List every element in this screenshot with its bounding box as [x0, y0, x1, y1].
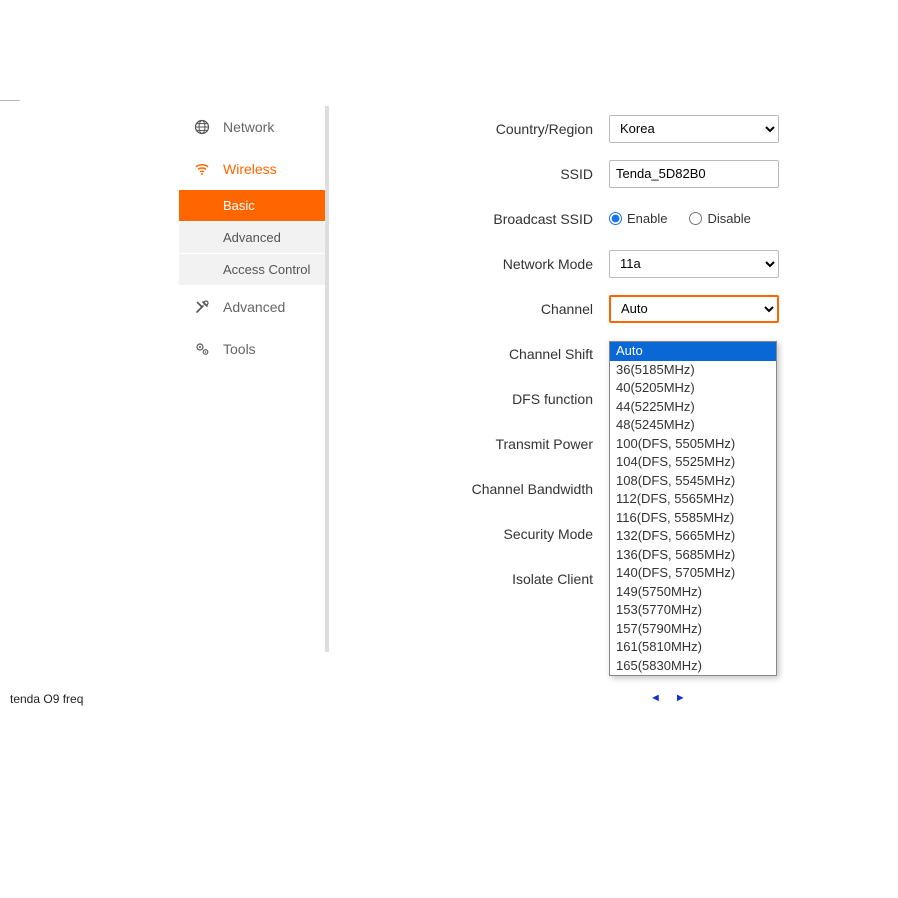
- channel-option[interactable]: 44(5225MHz): [610, 398, 776, 417]
- channel-option[interactable]: 112(DFS, 5565MHz): [610, 490, 776, 509]
- radio-label: Disable: [707, 211, 750, 226]
- broadcast-radio-group: Enable Disable: [609, 211, 751, 226]
- channel-option[interactable]: 48(5245MHz): [610, 416, 776, 435]
- channel-option[interactable]: 149(5750MHz): [610, 583, 776, 602]
- nav-label: Advanced: [223, 299, 285, 315]
- form-content: Country/Region Korea SSID Broadcast SSID…: [329, 106, 799, 652]
- channel-option[interactable]: 40(5205MHz): [610, 379, 776, 398]
- channel-option[interactable]: 116(DFS, 5585MHz): [610, 509, 776, 528]
- broadcast-label: Broadcast SSID: [369, 211, 609, 227]
- channel-option[interactable]: 165(5830MHz): [610, 657, 776, 676]
- nav-network[interactable]: Network: [179, 106, 325, 148]
- channel-option[interactable]: 136(DFS, 5685MHz): [610, 546, 776, 565]
- nav-advanced[interactable]: Advanced: [179, 286, 325, 328]
- ssid-input[interactable]: [609, 160, 779, 188]
- channel-option[interactable]: 108(DFS, 5545MHz): [610, 472, 776, 491]
- pager-prev[interactable]: ◄: [650, 692, 661, 704]
- broadcast-enable-radio[interactable]: [609, 212, 622, 225]
- broadcast-disable-radio[interactable]: [689, 212, 702, 225]
- channel-option[interactable]: 153(5770MHz): [610, 601, 776, 620]
- channel-label: Channel: [369, 301, 609, 317]
- channel-select[interactable]: Auto: [609, 295, 779, 323]
- gears-icon: [193, 340, 211, 358]
- bandwidth-label: Channel Bandwidth: [369, 481, 609, 497]
- network-mode-label: Network Mode: [369, 256, 609, 272]
- row-broadcast: Broadcast SSID Enable Disable: [369, 196, 779, 241]
- channel-dropdown[interactable]: Auto36(5185MHz)40(5205MHz)44(5225MHz)48(…: [609, 341, 777, 676]
- broadcast-disable[interactable]: Disable: [689, 211, 750, 226]
- network-mode-select[interactable]: 11a: [609, 250, 779, 278]
- pager-next[interactable]: ►: [675, 692, 686, 704]
- row-network-mode: Network Mode 11a: [369, 241, 779, 286]
- row-channel: Channel Auto: [369, 286, 779, 331]
- nav-label: Network: [223, 119, 274, 135]
- subnav-advanced[interactable]: Advanced: [179, 222, 325, 254]
- nav-wireless[interactable]: Wireless: [179, 148, 325, 190]
- subnav-basic[interactable]: Basic: [179, 190, 325, 222]
- row-country: Country/Region Korea: [369, 106, 779, 151]
- channel-option[interactable]: 140(DFS, 5705MHz): [610, 564, 776, 583]
- nav-tools[interactable]: Tools: [179, 328, 325, 370]
- channel-option[interactable]: 36(5185MHz): [610, 361, 776, 380]
- ssid-label: SSID: [369, 166, 609, 182]
- wifi-icon: [193, 160, 211, 178]
- globe-icon: [193, 118, 211, 136]
- broadcast-enable[interactable]: Enable: [609, 211, 667, 226]
- settings-panel: Network Wireless Basic Advanced Access C…: [179, 106, 799, 652]
- isolate-label: Isolate Client: [369, 571, 609, 587]
- tools-icon: [193, 298, 211, 316]
- subnav-label: Advanced: [223, 230, 281, 245]
- sidebar: Network Wireless Basic Advanced Access C…: [179, 106, 329, 652]
- row-ssid: SSID: [369, 151, 779, 196]
- pager: ◄ ►: [650, 692, 686, 704]
- channel-option[interactable]: 100(DFS, 5505MHz): [610, 435, 776, 454]
- subnav-label: Basic: [223, 198, 255, 213]
- nav-label: Tools: [223, 341, 256, 357]
- dfs-label: DFS function: [369, 391, 609, 407]
- channel-option[interactable]: 104(DFS, 5525MHz): [610, 453, 776, 472]
- channel-option[interactable]: 132(DFS, 5665MHz): [610, 527, 776, 546]
- subnav-access-control[interactable]: Access Control: [179, 254, 325, 286]
- image-caption: tenda O9 freq: [10, 692, 83, 706]
- radio-label: Enable: [627, 211, 667, 226]
- channel-option[interactable]: 157(5790MHz): [610, 620, 776, 639]
- nav-label: Wireless: [223, 161, 277, 177]
- channel-shift-label: Channel Shift: [369, 346, 609, 362]
- security-label: Security Mode: [369, 526, 609, 542]
- wireless-submenu: Basic Advanced Access Control: [179, 190, 325, 286]
- top-divider: [0, 100, 20, 101]
- country-select[interactable]: Korea: [609, 115, 779, 143]
- channel-option[interactable]: 161(5810MHz): [610, 638, 776, 657]
- tx-power-label: Transmit Power: [369, 436, 609, 452]
- channel-option[interactable]: Auto: [610, 342, 776, 361]
- subnav-label: Access Control: [223, 262, 310, 277]
- country-label: Country/Region: [369, 121, 609, 137]
